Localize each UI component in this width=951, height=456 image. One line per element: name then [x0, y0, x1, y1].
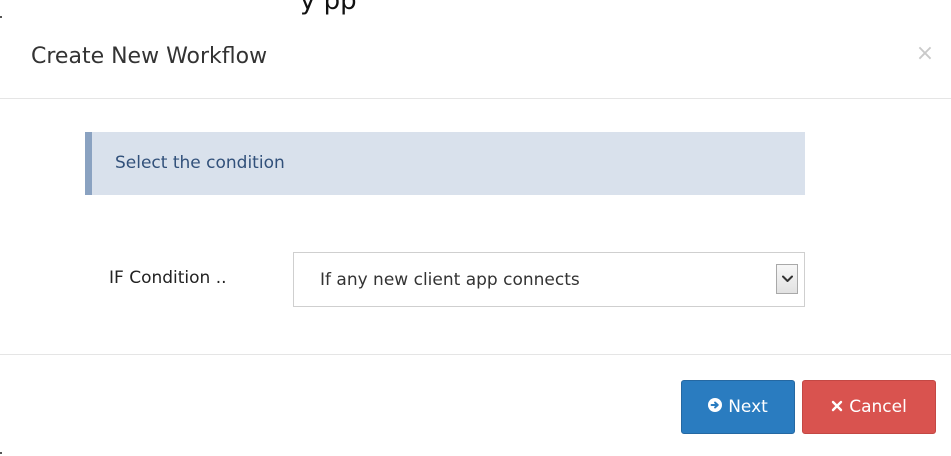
left-edge-mark: [0, 452, 2, 454]
selected-condition-value: If any new client app connects: [320, 270, 580, 290]
next-button-label: Next: [728, 397, 768, 417]
chevron-down-icon[interactable]: [776, 264, 798, 294]
if-condition-select[interactable]: If any new client app connects: [293, 252, 805, 307]
arrow-right-icon: [708, 397, 723, 417]
instruction-alert: Select the condition: [85, 132, 805, 195]
x-icon: [831, 397, 843, 417]
footer-divider: [0, 354, 951, 355]
modal-header: Create New Workflow ×: [0, 30, 951, 99]
top-cropped-text-region: y pp: [0, 0, 951, 20]
cancel-button[interactable]: Cancel: [802, 380, 936, 434]
cancel-button-label: Cancel: [849, 397, 907, 417]
close-icon[interactable]: ×: [913, 42, 937, 66]
next-button[interactable]: Next: [681, 380, 795, 434]
cropped-heading-text: y pp: [300, 0, 357, 16]
modal-title: Create New Workflow: [31, 44, 268, 69]
create-workflow-modal: y pp Create New Workflow × Select the co…: [0, 0, 951, 456]
if-condition-label: IF Condition ..: [109, 268, 227, 288]
left-edge-mark: [0, 16, 2, 18]
alert-text: Select the condition: [115, 153, 285, 173]
